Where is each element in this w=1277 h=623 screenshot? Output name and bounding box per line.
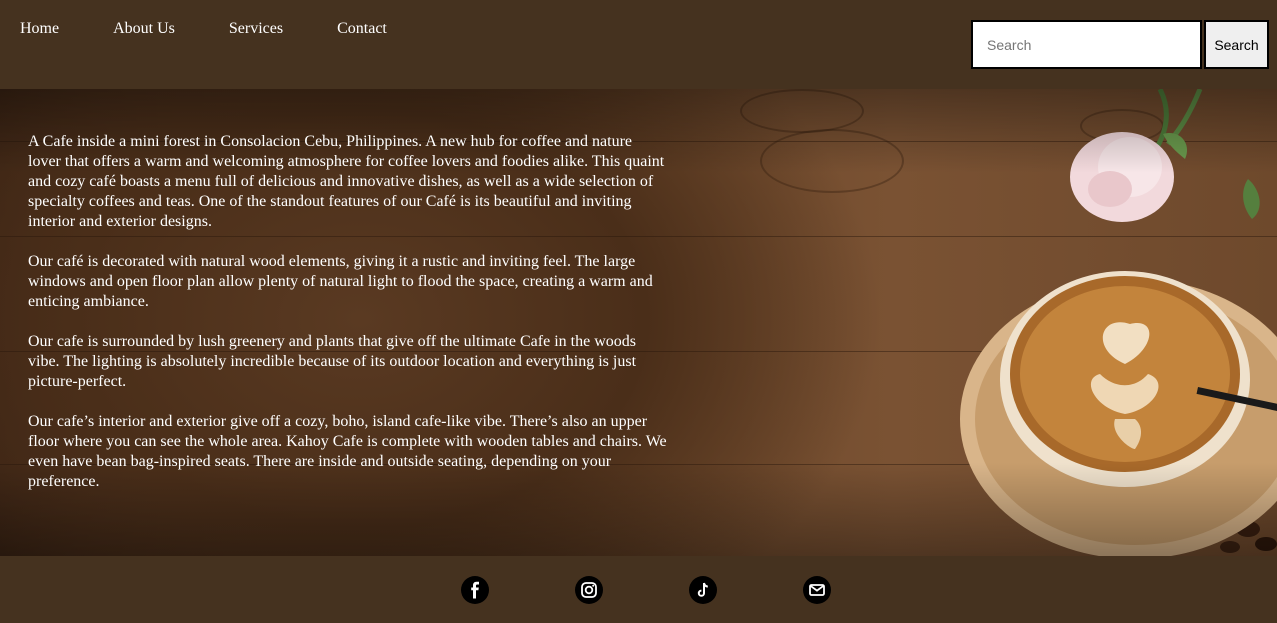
instagram-icon[interactable] [575,576,603,604]
tiktok-icon[interactable] [689,576,717,604]
facebook-glyph [471,581,479,599]
search-input[interactable] [971,20,1202,69]
about-paragraph: A Cafe inside a mini forest in Consolaci… [28,133,665,230]
tiktok-glyph [697,582,708,597]
about-paragraph: Our cafe’s interior and exterior give of… [28,413,667,490]
nav-home-link[interactable]: Home [20,19,59,39]
email-icon[interactable] [803,576,831,604]
facebook-icon[interactable] [461,576,489,604]
coffee-cup-illustration [960,89,1277,556]
search-button[interactable]: Search [1204,20,1269,69]
site-footer [0,556,1277,623]
site-header: Home About Us Services Contact Search [0,0,1277,89]
wood-knot [740,89,864,133]
wood-knot [760,129,904,193]
instagram-glyph [581,582,597,598]
about-paragraph: Our cafe is surrounded by lush greenery … [28,333,637,390]
nav-contact-link[interactable]: Contact [337,19,387,39]
about-text-block: A Cafe inside a mini forest in Consolaci… [28,132,668,512]
search-form: Search [971,20,1269,69]
about-paragraph: Our café is decorated with natural wood … [28,253,653,310]
nav-about-link[interactable]: About Us [113,19,175,39]
nav-services-link[interactable]: Services [229,19,283,39]
hero-section: A Cafe inside a mini forest in Consolaci… [0,89,1277,556]
main-nav: Home About Us Services Contact [20,19,387,39]
email-glyph [809,584,825,596]
